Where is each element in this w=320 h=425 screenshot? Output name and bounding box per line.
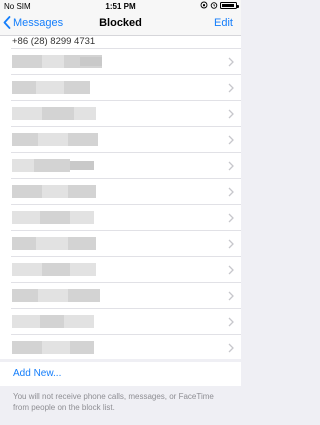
blocked-list: +86 (28) 8299 4731: [0, 36, 241, 359]
blocked-number: +86 (28) 8299 4731: [12, 36, 96, 47]
redacted-entry: [12, 55, 42, 68]
chevron-right-icon: [228, 83, 234, 93]
block-list-footnote: You will not receive phone calls, messag…: [13, 392, 214, 412]
battery-icon: [220, 1, 239, 9]
list-item[interactable]: [0, 75, 241, 101]
redacted-entry: [12, 81, 36, 94]
list-item[interactable]: [0, 231, 241, 257]
edit-button[interactable]: Edit: [214, 17, 233, 29]
list-item[interactable]: [0, 283, 241, 309]
list-item[interactable]: [0, 335, 241, 359]
redacted-entry: [12, 315, 40, 328]
chevron-right-icon: [228, 161, 234, 171]
redacted-entry: [12, 211, 40, 224]
list-item[interactable]: [0, 257, 241, 283]
chevron-right-icon: [228, 57, 234, 67]
add-new-label: Add New...: [13, 368, 62, 379]
redacted-entry: [12, 263, 42, 276]
orientation-lock-icon: [200, 1, 208, 9]
list-item[interactable]: [0, 205, 241, 231]
chevron-right-icon: [228, 291, 234, 301]
list-item[interactable]: [0, 179, 241, 205]
status-bar: No SIM 1:51 PM: [0, 0, 241, 12]
chevron-right-icon: [228, 317, 234, 327]
redacted-entry: [12, 159, 34, 172]
redacted-entry: [12, 185, 42, 198]
chevron-left-icon: [3, 16, 11, 29]
bottom-inset: [0, 421, 241, 425]
redacted-entry: [12, 289, 38, 302]
status-indicators: [200, 1, 239, 9]
chevron-right-icon: [228, 109, 234, 119]
list-item[interactable]: [0, 49, 241, 75]
redacted-entry: [12, 341, 42, 354]
chevron-right-icon: [228, 213, 234, 223]
chevron-right-icon: [228, 239, 234, 249]
navigation-bar: Messages Blocked Edit: [0, 12, 241, 36]
chevron-right-icon: [228, 265, 234, 275]
add-new-button[interactable]: Add New...: [0, 362, 241, 386]
alarm-icon: [210, 2, 218, 9]
redacted-entry: [12, 133, 38, 146]
list-item[interactable]: [0, 309, 241, 335]
list-item[interactable]: [0, 127, 241, 153]
list-item[interactable]: [0, 101, 241, 127]
list-item[interactable]: [0, 153, 241, 179]
chevron-right-icon: [228, 135, 234, 145]
chevron-right-icon: [228, 187, 234, 197]
redacted-entry: [12, 107, 42, 120]
back-button[interactable]: Messages: [3, 16, 63, 29]
list-item[interactable]: +86 (28) 8299 4731: [0, 36, 241, 49]
chevron-right-icon: [228, 343, 234, 353]
redacted-entry: [12, 237, 36, 250]
back-button-label: Messages: [13, 16, 64, 29]
